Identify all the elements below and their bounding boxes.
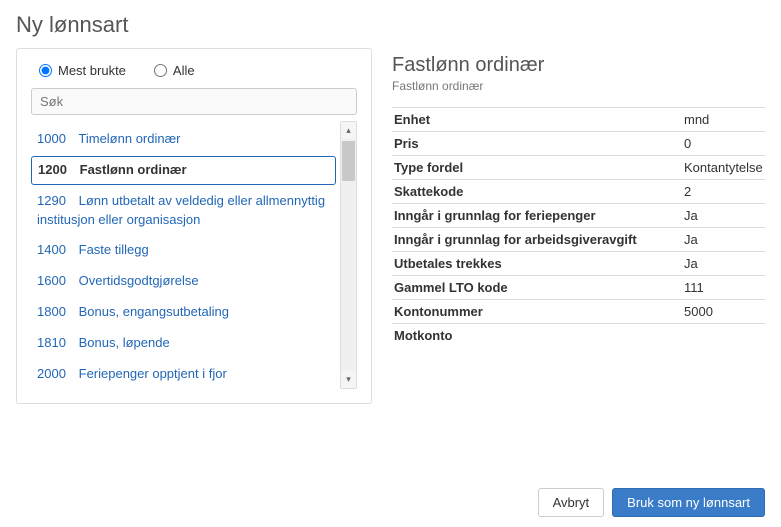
detail-label: Kontonummer xyxy=(392,300,682,324)
detail-row: Utbetales trekkesJa xyxy=(392,252,765,276)
detail-label: Utbetales trekkes xyxy=(392,252,682,276)
detail-label: Enhet xyxy=(392,108,682,132)
detail-row: Type fordelKontantytelse xyxy=(392,156,765,180)
radio-all-label: Alle xyxy=(173,63,195,78)
detail-label: Type fordel xyxy=(392,156,682,180)
list-item-code: 1810 xyxy=(37,334,75,353)
list-item-code: 1200 xyxy=(38,161,76,180)
detail-title: Fastlønn ordinær xyxy=(392,54,765,77)
use-as-new-button[interactable]: Bruk som ny lønnsart xyxy=(612,488,765,517)
list-wrapper: 1000 Timelønn ordinær1200 Fastlønn ordin… xyxy=(31,121,357,389)
list-item[interactable]: 1290 Lønn utbetalt av veldedig eller all… xyxy=(31,187,336,235)
scroll-down-button[interactable]: ▾ xyxy=(341,371,356,388)
footer-buttons: Avbryt Bruk som ny lønnsart xyxy=(538,488,765,517)
detail-panel: Fastlønn ordinær Fastlønn ordinær Enhetm… xyxy=(392,48,765,404)
radio-all-input[interactable] xyxy=(154,64,167,77)
search-input[interactable] xyxy=(31,88,357,115)
list-item-name: Bonus, engangsutbetaling xyxy=(79,304,229,319)
detail-row: Gammel LTO kode111 xyxy=(392,276,765,300)
page-title: Ny lønnsart xyxy=(0,0,781,48)
detail-row: Enhetmnd xyxy=(392,108,765,132)
list-item[interactable]: 1800 Bonus, engangsutbetaling xyxy=(31,298,336,327)
radio-most-used-label: Mest brukte xyxy=(58,63,126,78)
list-item-code: 1290 xyxy=(37,192,75,211)
detail-table: EnhetmndPris0Type fordelKontantytelseSka… xyxy=(392,107,765,347)
main-area: Mest brukte Alle 1000 Timelønn ordinær12… xyxy=(0,48,781,404)
radio-all[interactable]: Alle xyxy=(154,63,195,78)
list-item-code: 1400 xyxy=(37,241,75,260)
detail-value: 0 xyxy=(682,132,765,156)
left-panel: Mest brukte Alle 1000 Timelønn ordinær12… xyxy=(16,48,372,404)
list-item[interactable]: 2000 Feriepenger opptjent i fjor xyxy=(31,360,336,389)
list-item[interactable]: 1400 Faste tillegg xyxy=(31,236,336,265)
detail-value: Kontantytelse xyxy=(682,156,765,180)
detail-row: Inngår i grunnlag for feriepengerJa xyxy=(392,204,765,228)
filter-row: Mest brukte Alle xyxy=(31,63,357,78)
chevron-down-icon: ▾ xyxy=(346,374,351,385)
list-item-name: Faste tillegg xyxy=(79,242,149,257)
cancel-button[interactable]: Avbryt xyxy=(538,488,605,517)
radio-most-used[interactable]: Mest brukte xyxy=(39,63,126,78)
scroll-up-button[interactable]: ▴ xyxy=(341,122,356,139)
list-item-code: 1600 xyxy=(37,272,75,291)
detail-row: Pris0 xyxy=(392,132,765,156)
detail-value: mnd xyxy=(682,108,765,132)
detail-label: Skattekode xyxy=(392,180,682,204)
detail-value: Ja xyxy=(682,204,765,228)
list-item-name: Fastlønn ordinær xyxy=(80,162,187,177)
scrollbar[interactable]: ▴ ▾ xyxy=(340,121,357,389)
detail-label: Gammel LTO kode xyxy=(392,276,682,300)
detail-label: Pris xyxy=(392,132,682,156)
list-item-name: Timelønn ordinær xyxy=(78,131,180,146)
list-item[interactable]: 1600 Overtidsgodtgjørelse xyxy=(31,267,336,296)
list-item[interactable]: 1200 Fastlønn ordinær xyxy=(31,156,336,185)
detail-row: Skattekode2 xyxy=(392,180,765,204)
list-item-name: Overtidsgodtgjørelse xyxy=(79,273,199,288)
detail-value xyxy=(682,324,765,348)
detail-row: Inngår i grunnlag for arbeidsgiveravgift… xyxy=(392,228,765,252)
list-item-name: Feriepenger opptjent i fjor xyxy=(79,366,227,381)
list-item-code: 2000 xyxy=(37,365,75,384)
payroll-list: 1000 Timelønn ordinær1200 Fastlønn ordin… xyxy=(31,121,336,389)
detail-label: Inngår i grunnlag for feriepenger xyxy=(392,204,682,228)
detail-label: Motkonto xyxy=(392,324,682,348)
list-item[interactable]: 1810 Bonus, løpende xyxy=(31,329,336,358)
chevron-up-icon: ▴ xyxy=(346,125,351,136)
list-item[interactable]: 1000 Timelønn ordinær xyxy=(31,125,336,154)
list-item-code: 1000 xyxy=(37,130,75,149)
list-item-name: Lønn utbetalt av veldedig eller allmenny… xyxy=(37,193,325,227)
scroll-thumb[interactable] xyxy=(342,141,355,181)
list-item-code: 1800 xyxy=(37,303,75,322)
radio-most-used-input[interactable] xyxy=(39,64,52,77)
list-item-name: Bonus, løpende xyxy=(79,335,170,350)
detail-label: Inngår i grunnlag for arbeidsgiveravgift xyxy=(392,228,682,252)
detail-value: Ja xyxy=(682,252,765,276)
detail-value: 2 xyxy=(682,180,765,204)
detail-value: 5000 xyxy=(682,300,765,324)
detail-value: 111 xyxy=(682,276,765,300)
detail-row: Kontonummer5000 xyxy=(392,300,765,324)
detail-subtitle: Fastlønn ordinær xyxy=(392,79,765,93)
detail-value: Ja xyxy=(682,228,765,252)
detail-row: Motkonto xyxy=(392,324,765,348)
